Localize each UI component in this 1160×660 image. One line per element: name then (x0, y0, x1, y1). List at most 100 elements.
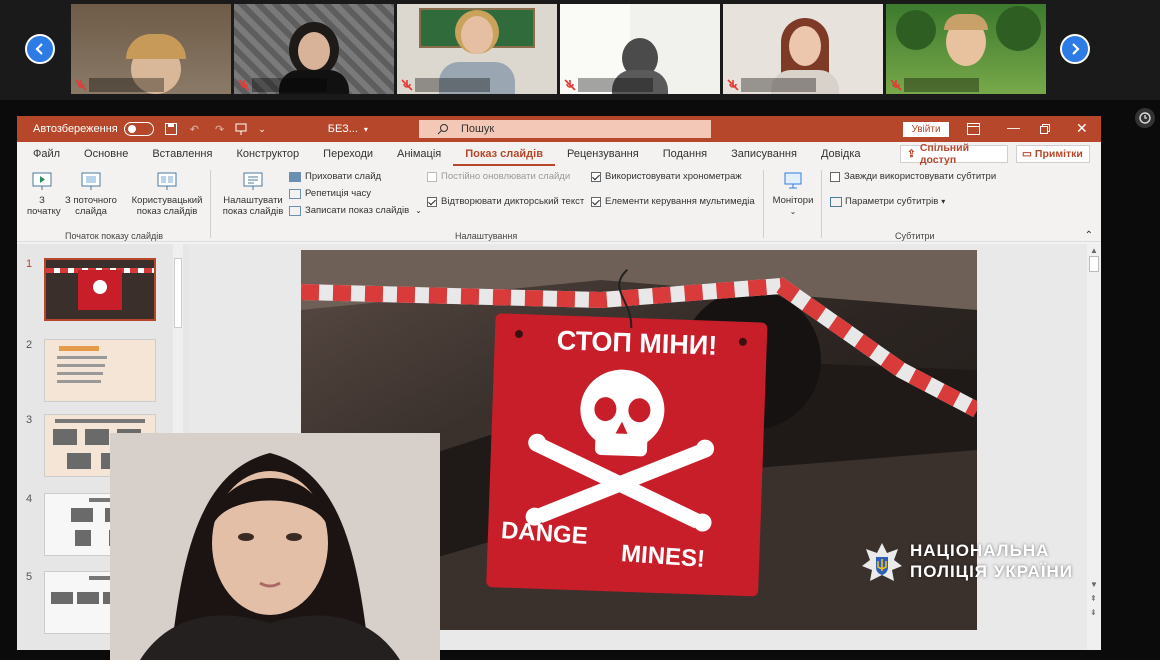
collapse-ribbon-icon[interactable]: ⌃ (1085, 230, 1093, 241)
tab-view[interactable]: Подання (651, 142, 719, 166)
from-current-label: З поточного слайда (65, 195, 117, 217)
participant-name (415, 78, 490, 92)
slide-thumbnail-2[interactable] (44, 339, 156, 402)
participant-strip (0, 0, 1160, 100)
checkbox-icon (427, 171, 437, 182)
participant-name (252, 78, 327, 92)
slideshow-play-icon (32, 172, 52, 190)
watermark-line-1: НАЦІОНАЛЬНА (910, 541, 1050, 560)
tab-record[interactable]: Записування (719, 142, 809, 166)
play-narrations-checkbox[interactable]: Відтворювати дикторський текст (427, 196, 584, 207)
save-icon[interactable] (164, 122, 178, 136)
next-page-button[interactable] (1060, 34, 1090, 64)
media-controls-checkbox[interactable]: Елементи керування мультимедіа (591, 196, 755, 207)
checkbox-checked-icon (427, 196, 437, 207)
redo-icon[interactable]: ↷ (215, 123, 224, 136)
tab-home[interactable]: Основне (72, 142, 140, 166)
tab-animations[interactable]: Анімація (385, 142, 453, 166)
participant-video-5[interactable] (723, 4, 883, 94)
slideshow-current-icon (81, 172, 101, 190)
group-start-label: Початок показу слайдів (65, 231, 163, 241)
mic-muted-icon (890, 79, 902, 91)
setup-show-button[interactable]: Налаштувати показ слайдів (217, 170, 289, 217)
custom-show-icon (157, 172, 177, 190)
checkbox-icon (830, 171, 840, 182)
rehearse-label: Репетиція часу (305, 188, 372, 199)
setup-show-icon (243, 172, 263, 190)
undo-icon[interactable]: ↶ (190, 123, 199, 136)
file-title[interactable]: БЕЗ... (328, 123, 358, 135)
mic-muted-icon (401, 79, 413, 91)
keep-updated-checkbox[interactable]: Постійно оновлювати слайди (427, 171, 570, 182)
slide-number: 5 (26, 571, 33, 583)
custom-show-label: Користувацький показ слайдів (131, 195, 203, 217)
subtitle-settings-button[interactable]: Параметри субтитрів ▾ (830, 196, 945, 207)
editor-scrollbar[interactable]: ▲ ▼ ⇞ ⇟ (1087, 244, 1101, 650)
monitors-button[interactable]: Монітори ⌄ (767, 170, 819, 217)
sign-in-button[interactable]: Увійти (903, 122, 949, 137)
ribbon: З початку З поточного слайда Користуваць… (17, 166, 1101, 242)
use-timings-checkbox[interactable]: Використовувати хронометраж (591, 171, 742, 182)
participant-video-6[interactable] (886, 4, 1046, 94)
clock-icon[interactable] (1135, 108, 1155, 128)
tab-slide-show[interactable]: Показ слайдів (453, 142, 555, 166)
share-button[interactable]: ⇪ Спільний доступ (900, 142, 1008, 166)
close-icon[interactable]: ✕ (1076, 120, 1088, 137)
media-controls-label: Елементи керування мультимедіа (605, 196, 755, 207)
participant-name (904, 78, 979, 92)
tab-help[interactable]: Довідка (809, 142, 873, 166)
chevron-down-icon: ⌄ (415, 206, 422, 215)
autosave-label: Автозбереження (33, 123, 118, 135)
chevron-down-icon: ▾ (363, 124, 368, 134)
custom-show-button[interactable]: Користувацький показ слайдів (127, 170, 207, 217)
menu-bar: Файл Основне Вставлення Конструктор Пере… (17, 142, 1101, 166)
participant-video-3[interactable] (397, 4, 557, 94)
participant-video-2[interactable] (234, 4, 394, 94)
rehearse-timings-button[interactable]: Репетиція часу (289, 188, 371, 199)
ribbon-display-icon[interactable] (967, 123, 980, 135)
mic-muted-icon (75, 79, 87, 91)
checkbox-checked-icon (591, 196, 601, 207)
prev-slide-icon[interactable]: ⇞ (1090, 594, 1097, 603)
restore-icon[interactable] (1040, 124, 1050, 134)
prev-page-button[interactable] (25, 34, 55, 64)
next-slide-icon[interactable]: ⇟ (1090, 608, 1097, 617)
record-show-button[interactable]: Записати показ слайдів ⌄ (289, 205, 422, 216)
tab-design[interactable]: Конструктор (224, 142, 311, 166)
minimize-icon[interactable]: — (1007, 120, 1020, 135)
participant-video-4[interactable] (560, 4, 720, 94)
hide-slide-icon (289, 171, 301, 182)
tab-file[interactable]: Файл (21, 142, 72, 166)
tab-review[interactable]: Рецензування (555, 142, 651, 166)
from-start-label: З початку (27, 195, 61, 217)
mic-muted-icon (564, 79, 576, 91)
tab-transitions[interactable]: Переходи (311, 142, 385, 166)
always-subtitles-checkbox[interactable]: Завжди використовувати субтитри (830, 171, 996, 182)
record-label: Записати показ слайдів (305, 205, 410, 216)
customize-qat-icon[interactable]: ⌄ (258, 124, 266, 135)
autosave-toggle[interactable] (123, 122, 154, 136)
participant-video-1[interactable] (71, 4, 231, 94)
sign-bottom-left-text: DANGE (500, 517, 589, 550)
record-icon (289, 205, 301, 216)
slide-thumbnail-1[interactable] (44, 258, 156, 321)
hide-slide-button[interactable]: Приховати слайд (289, 171, 381, 182)
presenter-video[interactable] (110, 433, 440, 660)
from-current-button[interactable]: З поточного слайда (63, 170, 119, 217)
watermark-line-2: ПОЛІЦІЯ УКРАЇНИ (910, 562, 1074, 581)
group-subtitles-label: Субтитри (895, 231, 935, 241)
chevron-left-icon (35, 43, 43, 55)
participant-name (578, 78, 653, 92)
tab-insert[interactable]: Вставлення (140, 142, 224, 166)
comments-button[interactable]: ▭ Примітки (1016, 145, 1090, 163)
chevron-down-icon: ⌄ (789, 207, 797, 216)
search-box[interactable]: Пошук (419, 120, 711, 138)
from-start-button[interactable]: З початку (23, 170, 61, 217)
present-icon[interactable] (234, 122, 248, 136)
rehearse-icon (289, 188, 301, 199)
slide-number: 2 (26, 339, 33, 351)
police-emblem-icon (862, 543, 902, 581)
police-logo (860, 541, 904, 590)
slide-number: 1 (26, 258, 33, 270)
ribbon-separator (821, 170, 822, 238)
